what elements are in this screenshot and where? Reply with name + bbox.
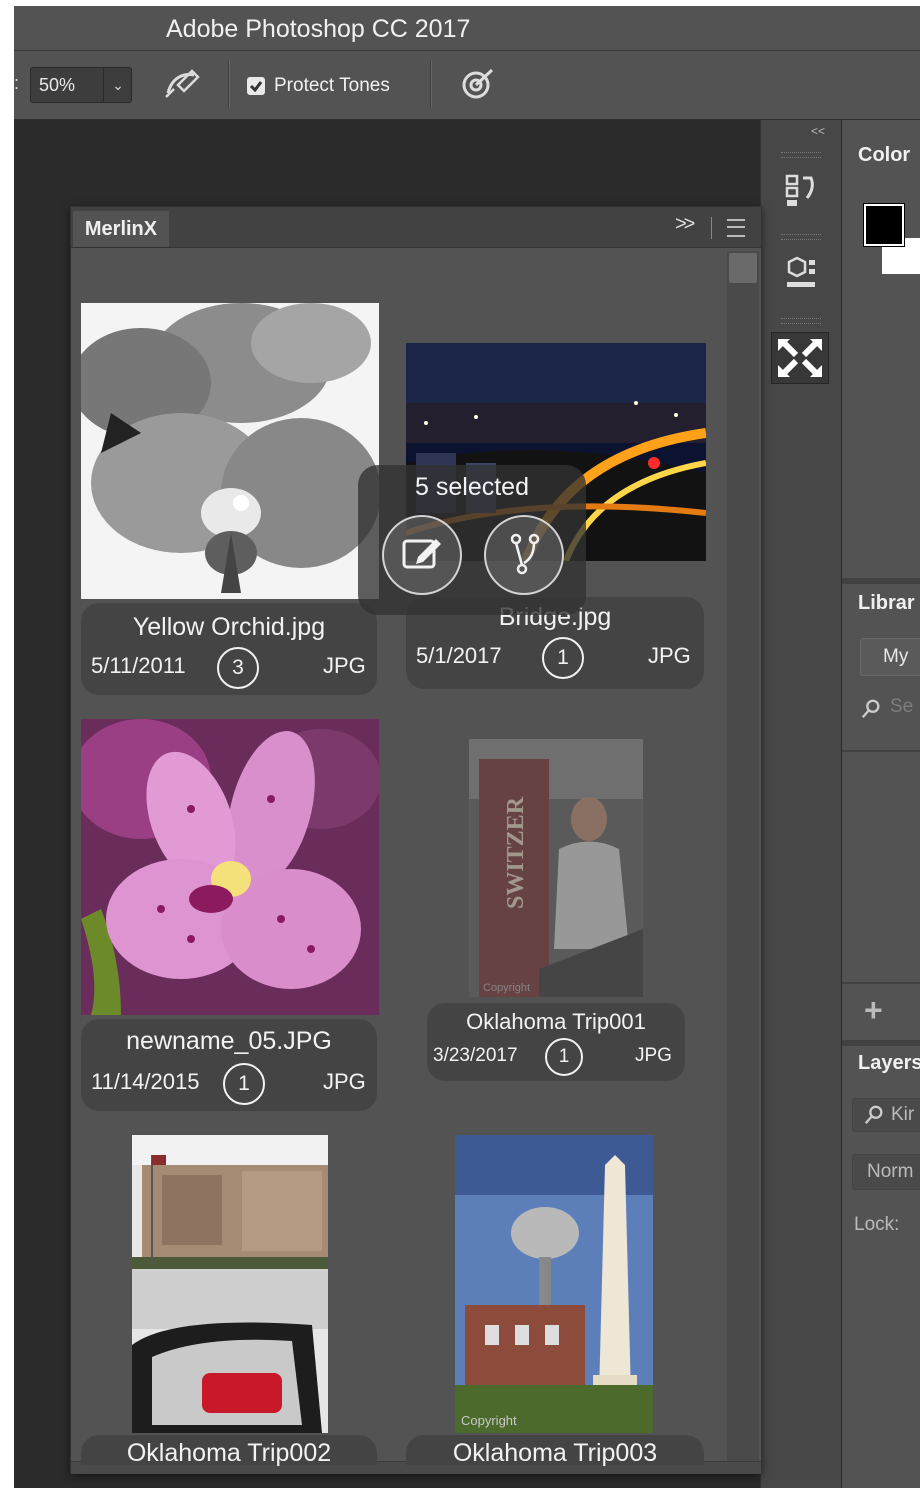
caption-oklahoma-trip003[interactable]: Oklahoma Trip003 <box>406 1435 704 1467</box>
branch-icon <box>510 533 540 575</box>
caption-oklahoma-trip002[interactable]: Oklahoma Trip002 <box>81 1435 377 1467</box>
merlinx-panel-button[interactable] <box>771 332 829 384</box>
version-count-badge[interactable]: 3 <box>217 647 259 689</box>
dim-overlay <box>469 739 643 997</box>
merlinx-panel: MerlinX >> Yellow Orchid.jpg 5/11/2011 3… <box>70 206 762 1474</box>
panel-menu-icon[interactable] <box>727 219 745 237</box>
vertical-scrollbar[interactable] <box>727 251 759 1461</box>
pressure-target-icon[interactable] <box>460 67 496 101</box>
protect-tones-checkbox[interactable] <box>247 77 265 95</box>
dock-divider <box>842 578 920 584</box>
blend-mode-dropdown[interactable]: Norm <box>852 1154 920 1190</box>
version-count-badge[interactable]: 1 <box>545 1038 583 1076</box>
file-name: newname_05.JPG <box>126 1027 332 1055</box>
add-library-button[interactable]: + <box>864 992 883 1029</box>
file-type: JPG <box>648 643 691 668</box>
strip-grip[interactable] <box>781 152 821 158</box>
dock-divider <box>842 982 920 984</box>
version-count-badge[interactable]: 1 <box>542 637 584 679</box>
foreground-color-swatch[interactable] <box>864 204 904 246</box>
caption-newname-05[interactable]: newname_05.JPG 11/14/2015 1 JPG <box>81 1019 377 1111</box>
search-icon <box>864 1105 883 1125</box>
edit-icon <box>402 539 441 569</box>
panel-expand-button[interactable]: >> <box>675 213 695 236</box>
history-icon[interactable] <box>771 164 827 214</box>
search-icon <box>861 699 880 719</box>
libraries-panel-title[interactable]: Librar <box>858 592 915 615</box>
file-type: JPG <box>635 1045 672 1066</box>
layer-kind-value: Kir <box>891 1104 915 1125</box>
zoom-dropdown[interactable]: 50% ⌄ <box>30 67 132 103</box>
options-separator <box>430 61 432 109</box>
file-type: JPG <box>323 1069 366 1094</box>
3d-properties-icon[interactable] <box>771 248 827 298</box>
file-name: Oklahoma Trip001 <box>466 1009 646 1034</box>
tab-merlinx[interactable]: MerlinX <box>73 211 169 247</box>
layer-kind-filter[interactable]: Kir <box>852 1098 920 1132</box>
lock-label: Lock: <box>854 1214 900 1235</box>
options-colon: : <box>14 73 20 93</box>
title-bar: Adobe Photoshop CC 2017 <box>14 6 920 51</box>
library-search-placeholder: Se <box>890 696 914 717</box>
caption-oklahoma-trip001[interactable]: Oklahoma Trip001 3/23/2017 1 JPG <box>427 1003 685 1081</box>
panel-separator <box>711 217 712 239</box>
color-panel: Color <box>842 138 920 578</box>
scrollbar-thumb[interactable] <box>729 253 757 283</box>
thumbnail-yellow-orchid[interactable] <box>81 303 379 599</box>
file-name: Oklahoma Trip002 <box>126 1439 332 1467</box>
file-date: 11/14/2015 <box>91 1069 200 1094</box>
water-tower-photo: Copyright <box>455 1135 653 1433</box>
expand-arrows-icon <box>778 338 822 378</box>
options-bar: : 50% ⌄ Protect Tones <box>14 51 920 120</box>
selection-count: 5 selected <box>415 473 529 501</box>
file-date: 3/23/2017 <box>433 1045 518 1066</box>
pink-orchid-photo <box>81 719 379 1015</box>
file-name: Yellow Orchid.jpg <box>132 613 326 641</box>
thumbnail-oklahoma-trip002[interactable] <box>132 1135 328 1433</box>
selection-popover: 5 selected <box>358 465 586 615</box>
dock-divider <box>842 750 920 752</box>
photoshop-window: Adobe Photoshop CC 2017 : 50% ⌄ Protect … <box>14 6 920 1488</box>
app-title: Adobe Photoshop CC 2017 <box>166 15 471 43</box>
thumbnail-oklahoma-trip003[interactable]: Copyright <box>455 1135 653 1433</box>
collapse-dock-button[interactable]: << <box>811 124 825 138</box>
orchid-photo <box>81 303 379 599</box>
caption-yellow-orchid[interactable]: Yellow Orchid.jpg 5/11/2011 3 JPG <box>81 603 377 695</box>
file-date: 5/11/2011 <box>91 653 186 678</box>
airbrush-icon[interactable] <box>162 67 202 101</box>
dock-divider <box>842 1040 920 1046</box>
thumbnail-newname-05[interactable] <box>81 719 379 1015</box>
zoom-value: 50% <box>39 75 76 95</box>
chevron-down-icon[interactable]: ⌄ <box>103 68 132 102</box>
library-select[interactable]: My <box>860 638 920 676</box>
branch-selected-button[interactable] <box>484 515 564 595</box>
thumbnail-oklahoma-trip001[interactable]: SWITZER Copyright <box>469 739 643 997</box>
strip-grip[interactable] <box>781 318 821 324</box>
library-search-input[interactable]: Se <box>860 694 920 724</box>
checkmark-icon <box>249 81 263 93</box>
collapsed-panel-strip: << <box>760 120 841 1488</box>
photo-watermark-text: Copyright <box>461 1413 517 1428</box>
strip-grip[interactable] <box>781 234 821 240</box>
color-panel-title[interactable]: Color <box>858 144 910 167</box>
version-count-badge[interactable]: 1 <box>223 1063 265 1105</box>
options-separator <box>228 61 230 109</box>
protect-tones-label[interactable]: Protect Tones <box>274 75 390 97</box>
file-name: Oklahoma Trip003 <box>452 1439 658 1467</box>
layers-panel-title[interactable]: Layers <box>858 1052 920 1075</box>
edit-selected-button[interactable] <box>382 515 462 595</box>
right-dock: Color Librar My Se + Layers Kir Norm Loc… <box>842 120 920 1488</box>
file-date: 5/1/2017 <box>416 643 502 668</box>
blend-mode-value: Norm <box>867 1161 914 1182</box>
library-select-value: My <box>883 646 909 667</box>
building-mirror-photo <box>132 1135 328 1433</box>
file-type: JPG <box>323 653 366 678</box>
panel-tab-bar: MerlinX >> <box>71 207 761 248</box>
